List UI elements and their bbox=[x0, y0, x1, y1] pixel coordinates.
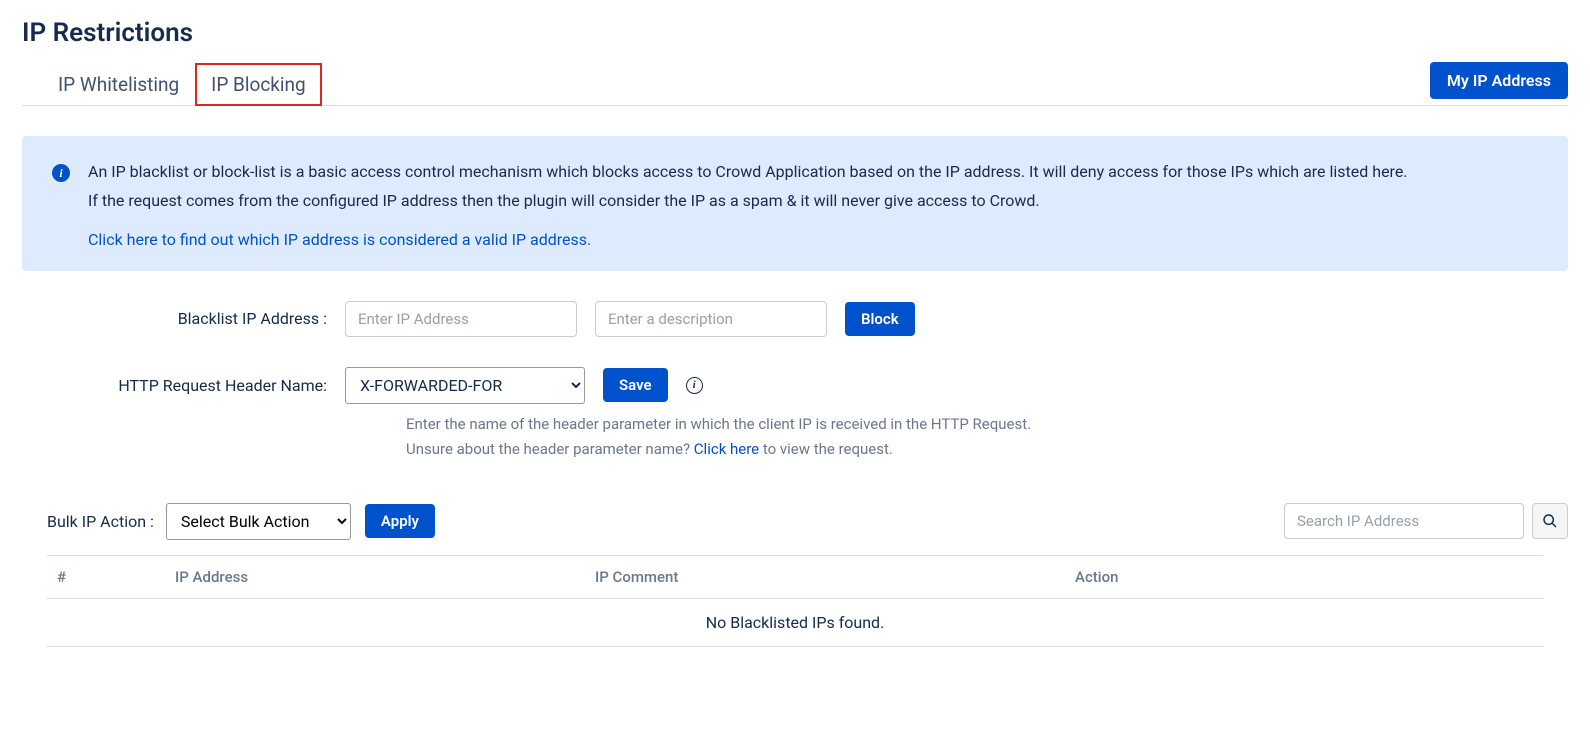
click-here-link[interactable]: Click here bbox=[694, 440, 759, 458]
my-ip-address-button[interactable]: My IP Address bbox=[1430, 62, 1568, 99]
bulk-action-bar: Bulk IP Action : Select Bulk Action Appl… bbox=[22, 503, 1568, 540]
http-header-label: HTTP Request Header Name: bbox=[82, 376, 327, 395]
bulk-action-select[interactable]: Select Bulk Action bbox=[166, 503, 351, 540]
ip-table: # IP Address IP Comment Action No Blackl… bbox=[47, 555, 1543, 647]
header-row: HTTP Request Header Name: X-FORWARDED-FO… bbox=[82, 367, 1568, 404]
bulk-action-label: Bulk IP Action : bbox=[47, 512, 154, 531]
column-header-action: Action bbox=[1067, 555, 1543, 598]
tabs-container: IP Whitelisting IP Blocking My IP Addres… bbox=[22, 63, 1568, 106]
helper-text: Enter the name of the header parameter i… bbox=[82, 412, 1568, 463]
description-input[interactable] bbox=[595, 301, 827, 337]
info-body: An IP blacklist or block-list is a basic… bbox=[88, 160, 1408, 249]
search-ip-input[interactable] bbox=[1284, 503, 1524, 539]
info-panel: i An IP blacklist or block-list is a bas… bbox=[22, 136, 1568, 271]
search-icon bbox=[1542, 513, 1558, 529]
ip-address-input[interactable] bbox=[345, 301, 577, 337]
save-button[interactable]: Save bbox=[603, 368, 668, 402]
column-header-ip: IP Address bbox=[167, 555, 587, 598]
info-icon: i bbox=[52, 164, 70, 182]
info-text-line-1: An IP blacklist or block-list is a basic… bbox=[88, 160, 1408, 185]
form-section: Blacklist IP Address : Block HTTP Reques… bbox=[22, 301, 1568, 463]
apply-button[interactable]: Apply bbox=[365, 504, 435, 538]
search-button[interactable] bbox=[1532, 503, 1568, 539]
column-header-number: # bbox=[47, 555, 167, 598]
table-row-empty: No Blacklisted IPs found. bbox=[47, 598, 1543, 646]
page-title: IP Restrictions bbox=[22, 18, 1568, 48]
help-icon[interactable]: i bbox=[686, 377, 703, 394]
valid-ip-link[interactable]: Click here to find out which IP address … bbox=[88, 230, 1408, 249]
blacklist-ip-label: Blacklist IP Address : bbox=[82, 309, 327, 328]
tab-ip-blocking[interactable]: IP Blocking bbox=[195, 63, 322, 106]
info-text-line-2: If the request comes from the configured… bbox=[88, 189, 1408, 214]
tabs: IP Whitelisting IP Blocking bbox=[22, 63, 1568, 105]
tab-ip-whitelisting[interactable]: IP Whitelisting bbox=[42, 63, 195, 106]
empty-message: No Blacklisted IPs found. bbox=[47, 598, 1543, 646]
block-button[interactable]: Block bbox=[845, 302, 915, 336]
helper-line-1: Enter the name of the header parameter i… bbox=[406, 412, 1568, 438]
helper-line-2: Unsure about the header parameter name? … bbox=[406, 437, 1568, 463]
blacklist-row: Blacklist IP Address : Block bbox=[82, 301, 1568, 337]
http-header-select[interactable]: X-FORWARDED-FOR bbox=[345, 367, 585, 404]
column-header-comment: IP Comment bbox=[587, 555, 1067, 598]
